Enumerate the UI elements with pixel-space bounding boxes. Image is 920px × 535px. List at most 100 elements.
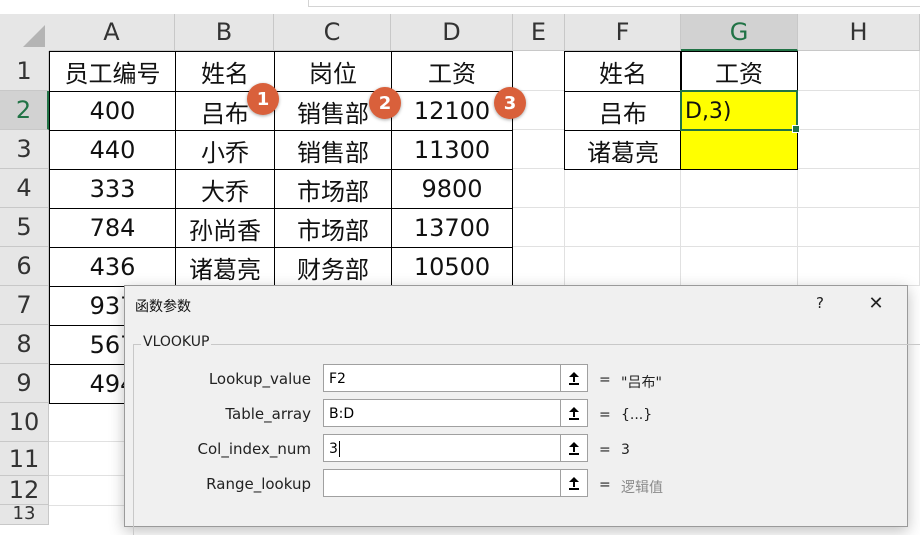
column-header-e[interactable]: E [513,14,565,51]
table-cell[interactable]: 440 [49,130,176,170]
collapse-dialog-button[interactable] [560,399,588,427]
column-header-h[interactable]: H [798,14,920,51]
arg-label-lookup-value: Lookup_value [208,370,311,388]
empty-cell[interactable] [513,247,565,286]
help-button[interactable]: ? [809,292,831,314]
empty-cell[interactable] [798,169,920,208]
empty-cell[interactable] [513,208,565,247]
dialog-title: 函数参数 [135,299,191,315]
row-header-13[interactable]: 13 [0,505,49,525]
empty-cell[interactable] [565,247,681,286]
empty-cell[interactable] [681,247,798,286]
lookup-cell-salary[interactable] [680,130,798,170]
table-cell[interactable]: 财务部 [274,247,392,287]
empty-cell[interactable] [798,130,920,169]
equals-sign: = [599,477,611,493]
empty-cell[interactable] [798,208,920,247]
empty-cell[interactable] [798,247,920,286]
header-cell-salary[interactable]: 工资 [391,51,513,92]
empty-cell[interactable] [798,91,920,130]
row-header-6[interactable]: 6 [0,247,49,286]
header-cell-id[interactable]: 员工编号 [49,51,176,92]
collapse-dialog-button[interactable] [560,364,588,392]
column-header-d[interactable]: D [391,14,513,51]
table-cell[interactable]: 孙尚香 [175,208,275,248]
table-cell[interactable]: 10500 [391,247,513,287]
lookup-header-salary[interactable]: 工资 [680,51,798,92]
text-caret [338,441,340,457]
table-cell[interactable]: 小乔 [175,130,275,170]
collapse-dialog-button[interactable] [560,469,588,497]
step-badge-2: 2 [369,87,401,119]
fill-handle[interactable] [792,125,800,133]
table-cell[interactable]: 诸葛亮 [175,247,275,287]
row-header-11[interactable]: 11 [0,442,49,476]
header-cell-post[interactable]: 岗位 [274,51,392,92]
row-header-10[interactable]: 10 [0,403,49,442]
empty-cell[interactable] [513,51,565,91]
table-cell[interactable]: 市场部 [274,169,392,209]
table-cell[interactable]: 333 [49,169,176,209]
table-array-text: B:D [329,406,355,422]
collapse-arrow-icon [569,442,579,455]
col-index-num-input[interactable]: 3 [323,434,561,462]
arg-label-range-lookup: Range_lookup [206,475,311,493]
table-cell[interactable]: 784 [49,208,176,248]
column-header-g[interactable]: G [681,14,798,51]
equals-sign: = [599,442,611,458]
range-lookup-input[interactable] [323,469,561,497]
function-arguments-dialog: 函数参数 ? ✕ VLOOKUP Lookup_value F2 = "吕布" … [124,285,920,535]
arg-result: 3 [621,442,630,458]
empty-cell[interactable] [513,130,565,169]
empty-cell[interactable] [565,208,681,247]
active-cell-border [680,90,800,133]
equals-sign: = [599,372,611,388]
table-cell[interactable]: 400 [49,91,176,131]
lookup-value-text: F2 [329,371,346,387]
arg-result: 逻辑值 [621,480,663,496]
lookup-cell-name[interactable]: 诸葛亮 [564,130,682,170]
table-cell[interactable]: 销售部 [274,130,392,170]
empty-cell[interactable] [49,403,125,442]
table-cell[interactable]: 市场部 [274,208,392,248]
step-badge-3: 3 [494,87,526,119]
table-cell[interactable]: 9800 [391,169,513,209]
row-header-9[interactable]: 9 [0,364,49,403]
table-cell[interactable]: 11300 [391,130,513,170]
empty-cell[interactable] [681,169,798,208]
row-header-7[interactable]: 7 [0,286,49,325]
empty-cell[interactable] [513,169,565,208]
column-header-a[interactable]: A [49,14,175,51]
arg-result: "吕布" [621,375,662,391]
row-header-2[interactable]: 2 [0,91,49,130]
select-all-triangle-icon [23,25,45,47]
column-header-c[interactable]: C [274,14,391,51]
collapse-dialog-button[interactable] [560,434,588,462]
close-button[interactable]: ✕ [865,292,887,314]
col-index-num-text: 3 [329,441,338,457]
column-header-b[interactable]: B [175,14,274,51]
table-cell[interactable]: 436 [49,247,176,287]
column-header-f[interactable]: F [565,14,681,51]
row-header-3[interactable]: 3 [0,130,49,169]
empty-cell[interactable] [565,169,681,208]
select-all-corner[interactable] [0,14,50,52]
lookup-value-input[interactable]: F2 [323,364,561,392]
empty-cell[interactable] [49,476,125,506]
lookup-header-name[interactable]: 姓名 [564,51,682,92]
arg-result: {...} [621,407,653,423]
row-header-5[interactable]: 5 [0,208,49,247]
row-header-8[interactable]: 8 [0,325,49,364]
table-array-input[interactable]: B:D [323,399,561,427]
row-header-12[interactable]: 12 [0,476,49,505]
empty-cell[interactable] [49,442,125,476]
table-cell[interactable]: 13700 [391,208,513,248]
row-header-4[interactable]: 4 [0,169,49,208]
empty-cell[interactable] [798,51,920,91]
row-header-1[interactable]: 1 [0,51,49,91]
lookup-cell-name[interactable]: 吕布 [564,91,682,131]
table-cell[interactable]: 大乔 [175,169,275,209]
formula-input-edge[interactable] [308,0,920,7]
collapse-arrow-icon [569,477,579,490]
empty-cell[interactable] [681,208,798,247]
